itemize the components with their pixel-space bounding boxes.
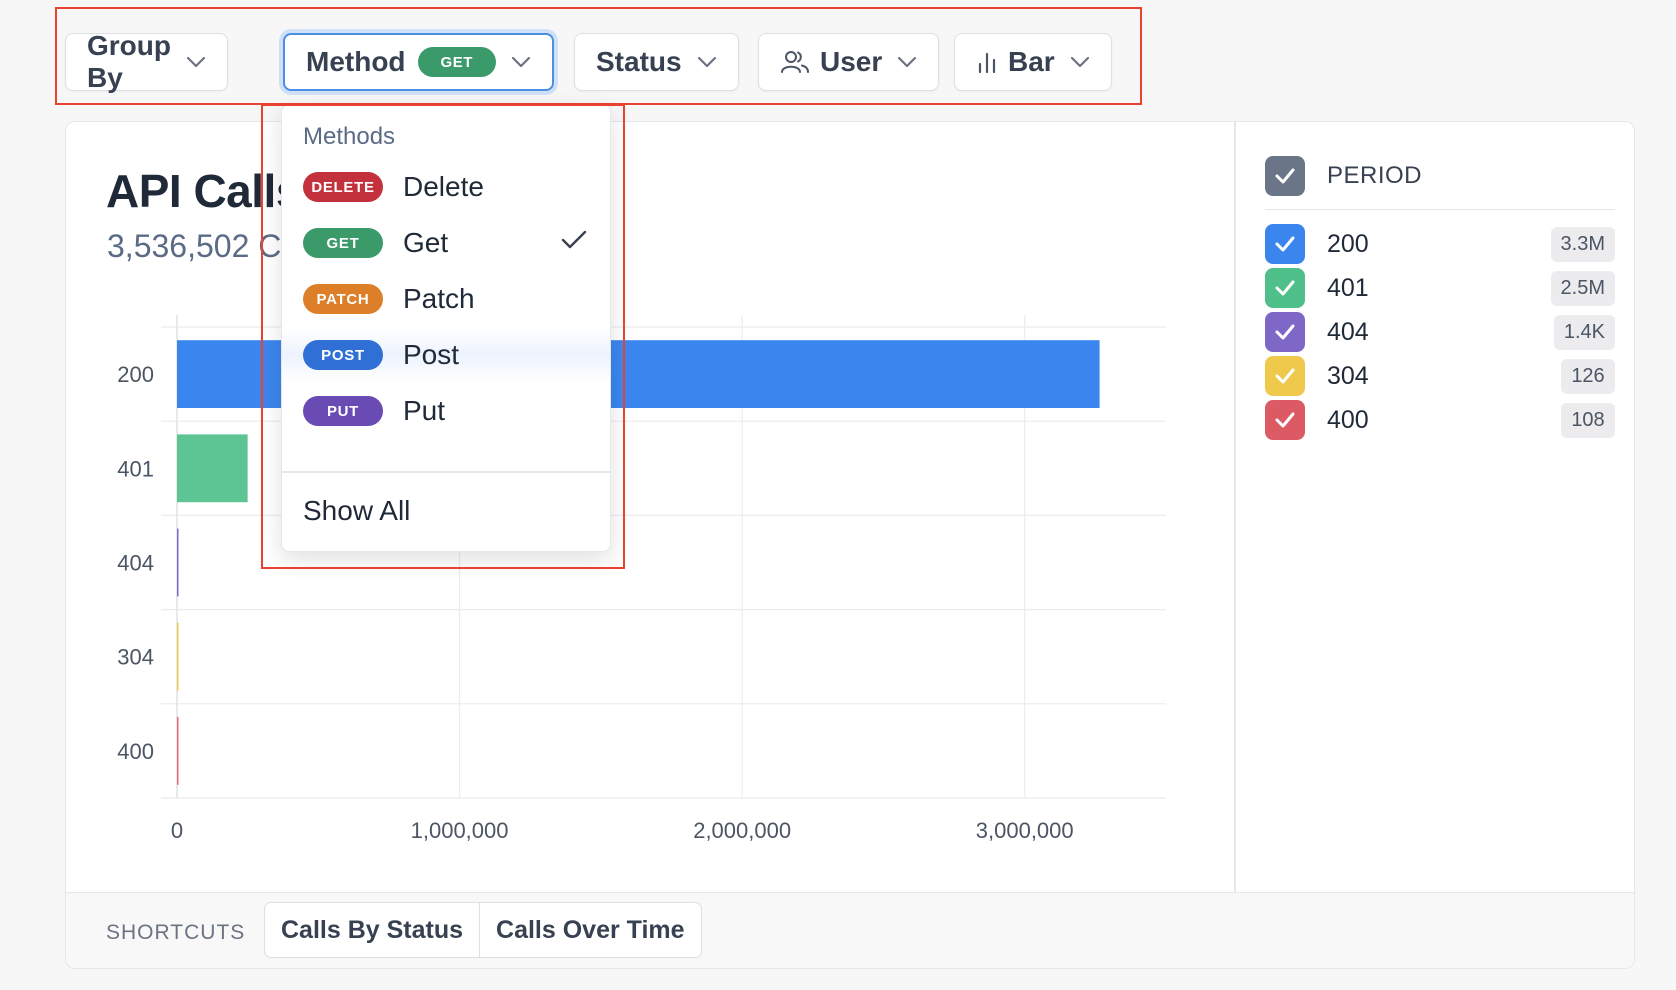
method-option-label: Patch [403, 283, 475, 314]
dropdown-header: Methods [303, 123, 396, 150]
chevron-down-icon [510, 55, 532, 69]
users-icon [780, 49, 810, 75]
method-option-label: Post [403, 339, 460, 370]
status-dropdown[interactable]: Status [574, 33, 739, 91]
check-icon [1275, 368, 1295, 384]
legend-item-value: 1.4K [1553, 314, 1615, 350]
category-label-200: 200 [117, 362, 154, 387]
legend-checkbox[interactable] [1265, 268, 1305, 308]
shortcut-button-group: Calls By Status Calls Over Time [264, 902, 702, 958]
legend-item-value: 3.3M [1550, 226, 1615, 262]
chevron-down-icon [896, 55, 918, 69]
x-tick-label: 1,000,000 [411, 818, 509, 843]
legend-item-value: 126 [1561, 358, 1615, 394]
x-tick-label: 3,000,000 [976, 818, 1074, 843]
bar-404 [177, 528, 179, 597]
chart-type-dropdown[interactable]: Bar [954, 33, 1112, 91]
method-dropdown[interactable]: Method GET [283, 33, 554, 91]
check-icon [1275, 236, 1295, 252]
bar-304 [177, 622, 179, 691]
method-badge: PATCH [303, 284, 383, 314]
legend-item-value: 108 [1561, 402, 1615, 438]
user-dropdown[interactable]: User [758, 33, 940, 91]
legend-checkbox[interactable] [1265, 356, 1305, 396]
legend-header-label: PERIOD [1327, 161, 1423, 189]
chevron-down-icon [185, 55, 207, 69]
legend-item-value: 2.5M [1550, 270, 1615, 306]
chart-type-label: Bar [1008, 46, 1055, 77]
x-tick-label: 0 [171, 818, 183, 843]
method-option-label: Put [403, 395, 446, 426]
method-option-delete[interactable]: DELETE Delete [282, 159, 610, 215]
period-checkbox[interactable] [1265, 155, 1305, 196]
check-icon [1275, 168, 1295, 183]
chevron-down-icon [696, 55, 718, 69]
legend-item-name: 401 [1327, 273, 1369, 302]
bar-chart-icon [976, 50, 998, 74]
method-option-patch[interactable]: PATCH Patch [282, 271, 610, 327]
shortcuts-bar: SHORTCUTS Calls By Status Calls Over Tim… [66, 892, 1634, 968]
check-icon [1275, 324, 1295, 340]
panel-divider [1234, 122, 1236, 892]
status-label: Status [596, 46, 682, 77]
check-icon [1275, 412, 1295, 428]
check-icon [560, 229, 588, 256]
legend-item-name: 400 [1327, 405, 1369, 434]
legend-header: PERIOD [1265, 152, 1615, 210]
method-badge: DELETE [303, 172, 383, 202]
show-all-option[interactable]: Show All [303, 495, 410, 527]
methods-dropdown-menu: Methods DELETE Delete GET Get PATCH Patch POST… [281, 104, 611, 552]
legend-item-name: 404 [1327, 317, 1369, 346]
legend-panel: PERIOD 200 3.3M 401 2.5M 404 1.4K 304 126 400 108 [1265, 152, 1615, 442]
legend-list: 200 3.3M 401 2.5M 404 1.4K 304 126 400 108 [1265, 222, 1615, 442]
legend-item-name: 200 [1327, 229, 1369, 258]
group-by-label: Group By [87, 30, 171, 93]
legend-item-401[interactable]: 401 2.5M [1265, 266, 1615, 310]
method-option-get[interactable]: GET Get [282, 215, 610, 271]
bar-401 [177, 434, 248, 503]
dropdown-separator [282, 471, 610, 473]
chevron-down-icon [1069, 55, 1091, 69]
legend-item-name: 304 [1327, 361, 1369, 390]
method-badge: POST [303, 340, 383, 370]
method-badge: PUT [303, 396, 383, 426]
method-label: Method [306, 46, 406, 77]
category-label-401: 401 [117, 456, 154, 481]
category-label-400: 400 [117, 739, 154, 764]
x-tick-label: 2,000,000 [693, 818, 791, 843]
calls-by-status-button[interactable]: Calls By Status [265, 903, 479, 957]
legend-item-400[interactable]: 400 108 [1265, 398, 1615, 442]
method-option-label: Get [403, 227, 449, 258]
calls-over-time-button[interactable]: Calls Over Time [479, 903, 701, 957]
group-by-dropdown[interactable]: Group By [65, 30, 228, 93]
method-badge: GET [303, 228, 383, 258]
method-option-label: Delete [403, 171, 484, 202]
check-icon [1275, 280, 1295, 296]
shortcuts-label: SHORTCUTS [106, 921, 246, 944]
legend-checkbox[interactable] [1265, 400, 1305, 440]
legend-item-404[interactable]: 404 1.4K [1265, 310, 1615, 354]
legend-item-200[interactable]: 200 3.3M [1265, 222, 1615, 266]
user-label: User [820, 46, 883, 77]
legend-checkbox[interactable] [1265, 312, 1305, 352]
method-option-post[interactable]: POST Post [282, 327, 610, 383]
method-badge: GET [417, 47, 496, 77]
category-label-404: 404 [117, 551, 154, 576]
bar-chart: 200 401 404 304 400 0 1,000,000 2,000,000 3,000,… [117, 315, 1166, 843]
legend-item-304[interactable]: 304 126 [1265, 354, 1615, 398]
bar-400 [177, 716, 179, 785]
category-label-304: 304 [117, 645, 154, 670]
method-option-put[interactable]: PUT Put [282, 383, 610, 439]
legend-checkbox[interactable] [1265, 224, 1305, 264]
